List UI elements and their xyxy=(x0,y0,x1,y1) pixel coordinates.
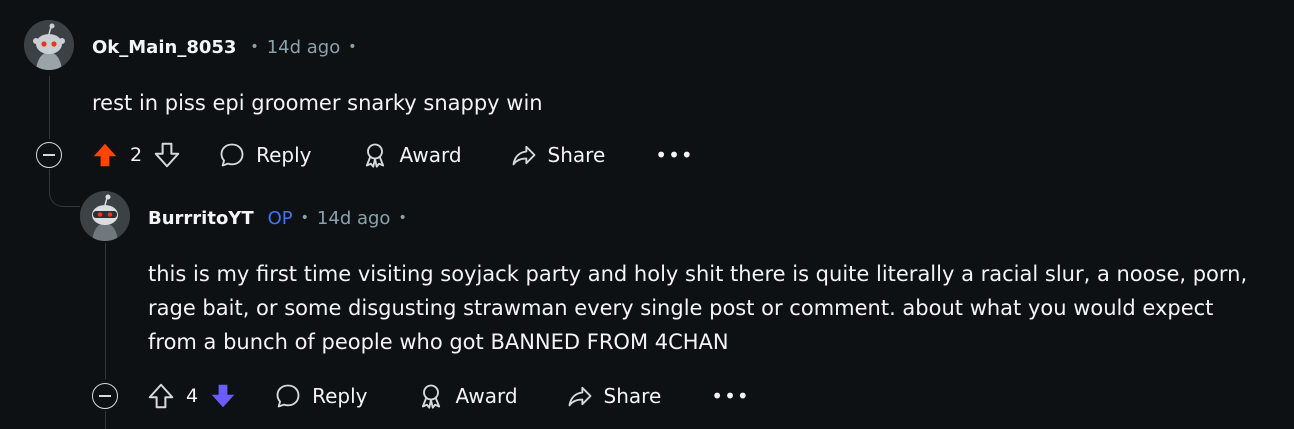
share-button[interactable]: Share xyxy=(510,141,606,169)
avatar[interactable] xyxy=(80,191,130,241)
comment-icon xyxy=(220,143,244,167)
comment-actions: 4 Reply Award Share ••• xyxy=(92,378,750,414)
share-button[interactable]: Share xyxy=(566,382,662,410)
more-icon[interactable]: ••• xyxy=(655,145,693,165)
share-icon xyxy=(568,386,591,407)
share-label: Share xyxy=(547,143,606,167)
username[interactable]: BurrritoYT xyxy=(148,208,254,229)
award-button[interactable]: Award xyxy=(417,382,518,410)
comment-body: rest in piss epi groomer snarky snappy w… xyxy=(92,91,543,115)
snoo-avatar-icon xyxy=(80,191,130,241)
reply-label: Reply xyxy=(256,143,312,167)
thread-branch-curve xyxy=(49,190,80,207)
reply-button[interactable]: Reply xyxy=(218,141,311,169)
award-label: Award xyxy=(455,384,518,408)
award-icon xyxy=(422,384,441,409)
timestamp[interactable]: 14d ago xyxy=(317,208,391,229)
comment-body: this is my first time visiting soyjack p… xyxy=(148,262,1248,354)
reply-button[interactable]: Reply xyxy=(274,382,367,410)
op-badge: OP xyxy=(267,207,293,229)
comment-thread: Ok_Main_8053 • 14d ago • rest in piss ep… xyxy=(0,0,1294,429)
separator-dot: • xyxy=(398,210,407,226)
thread-line-2[interactable] xyxy=(105,243,106,379)
vote-score: 4 xyxy=(186,385,199,407)
separator-dot: • xyxy=(348,39,357,55)
upvote-icon[interactable] xyxy=(90,140,120,170)
comment-header: BurrritoYT OP • 14d ago • xyxy=(148,206,415,230)
timestamp[interactable]: 14d ago xyxy=(267,37,341,58)
collapse-icon[interactable] xyxy=(36,142,62,168)
award-icon xyxy=(366,143,385,168)
thread-line-1[interactable] xyxy=(49,76,50,139)
share-label: Share xyxy=(603,384,662,408)
separator-dot: • xyxy=(250,39,259,55)
more-icon[interactable]: ••• xyxy=(711,386,749,406)
avatar[interactable] xyxy=(24,20,74,70)
collapse-icon[interactable] xyxy=(92,383,118,409)
comment-header: Ok_Main_8053 • 14d ago • xyxy=(92,35,364,59)
vote-controls: 4 xyxy=(146,381,238,411)
downvote-icon[interactable] xyxy=(208,381,238,411)
username[interactable]: Ok_Main_8053 xyxy=(92,37,236,58)
award-label: Award xyxy=(399,143,462,167)
vote-controls: 2 xyxy=(90,140,182,170)
separator-dot: • xyxy=(300,210,309,226)
vote-score: 2 xyxy=(130,144,143,166)
share-icon xyxy=(512,145,535,166)
comment-actions: 2 Reply Award Share ••• xyxy=(36,137,694,173)
snoo-avatar-icon xyxy=(24,20,74,70)
downvote-icon[interactable] xyxy=(152,140,182,170)
comment-icon xyxy=(276,384,300,408)
upvote-icon[interactable] xyxy=(146,381,176,411)
reply-label: Reply xyxy=(312,384,368,408)
award-button[interactable]: Award xyxy=(361,141,462,169)
